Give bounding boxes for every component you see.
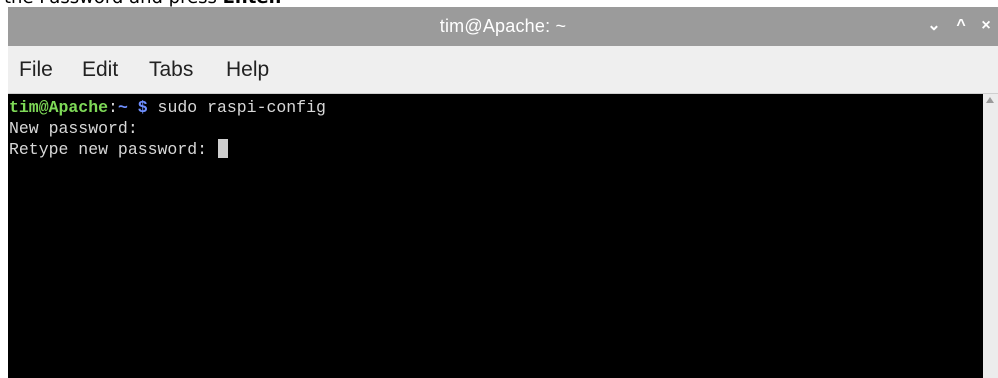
command-text: sudo raspi-config [147, 98, 326, 117]
maximize-button[interactable]: ^ [952, 17, 970, 35]
menu-help[interactable]: Help [226, 58, 269, 82]
terminal-output[interactable]: tim@Apache:~ $ sudo raspi-config New pas… [8, 94, 983, 378]
chevron-up-icon: ^ [956, 17, 966, 34]
terminal-line-new-password: New password: [9, 119, 138, 138]
minimize-button[interactable]: ⌄ [925, 17, 943, 35]
prompt-user-host: tim@Apache [9, 98, 109, 117]
menu-edit[interactable]: Edit [82, 58, 118, 82]
chevron-down-icon: ⌄ [927, 17, 941, 34]
terminal-line-retype-password: Retype new password: [9, 139, 983, 160]
title-bar[interactable]: tim@Apache: ~ ⌄ ^ × [8, 7, 998, 46]
close-button[interactable]: × [977, 17, 995, 35]
prompt-sign: $ [127, 98, 148, 117]
window-title: tim@Apache: ~ [439, 16, 567, 36]
terminal-window: tim@Apache: ~ ⌄ ^ × File Edit Tabs Help … [8, 7, 998, 378]
vertical-scrollbar[interactable] [983, 94, 998, 378]
menu-file[interactable]: File [19, 58, 53, 82]
prompt-path: ~ [117, 98, 128, 117]
text-cursor [217, 139, 228, 158]
scroll-up-arrow-icon[interactable] [986, 97, 994, 103]
prompt-separator: : [108, 98, 118, 117]
close-icon: × [981, 17, 991, 34]
terminal-line-command: tim@Apache:~ $ sudo raspi-config [9, 97, 983, 118]
menu-bar: File Edit Tabs Help [8, 46, 998, 94]
menu-tabs[interactable]: Tabs [149, 58, 193, 82]
retype-prompt-text: Retype new password: [9, 140, 217, 159]
